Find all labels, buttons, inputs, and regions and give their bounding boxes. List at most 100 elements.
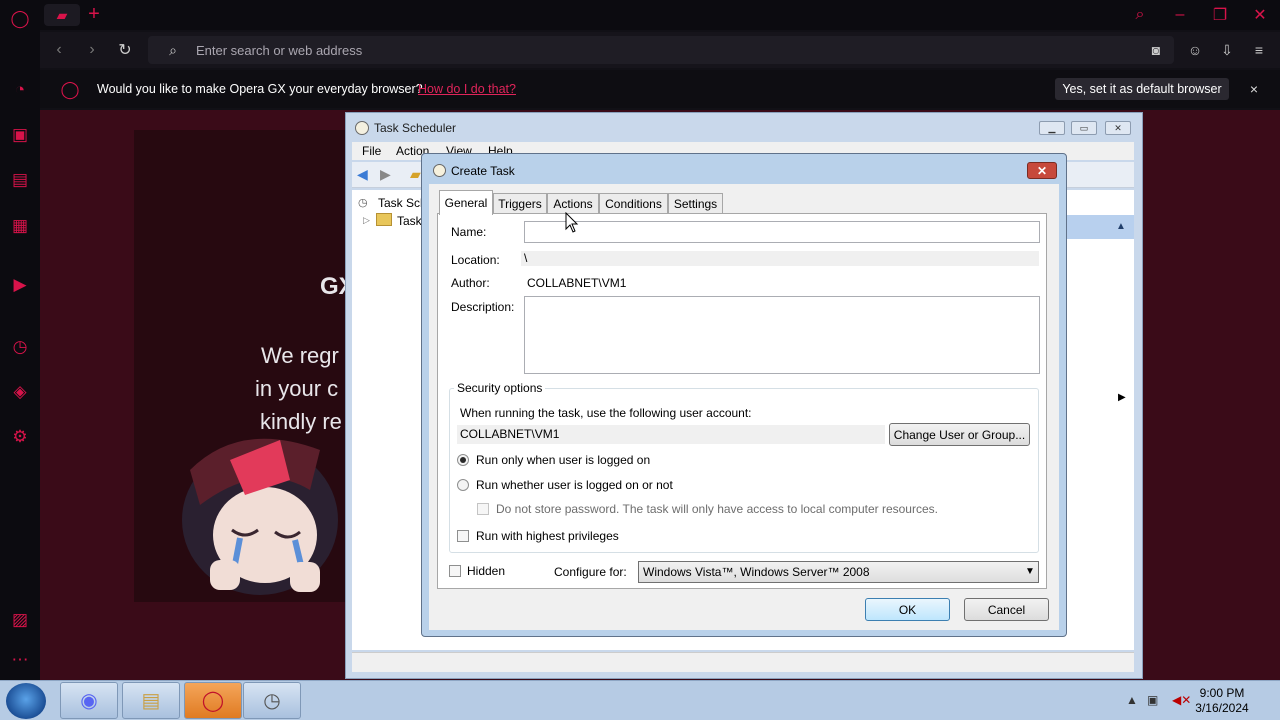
back-icon[interactable]: ‹ bbox=[49, 40, 69, 60]
set-default-browser-button[interactable]: Yes, set it as default browser bbox=[1055, 78, 1229, 100]
no-store-password-label: Do not store password. The task will onl… bbox=[496, 502, 938, 516]
ok-button[interactable]: OK bbox=[865, 598, 950, 621]
tree-chevron-icon[interactable]: ▷ bbox=[363, 215, 370, 226]
ts-close-icon[interactable]: ✕ bbox=[1105, 121, 1131, 135]
cube-icon[interactable]: ◈ bbox=[8, 380, 32, 404]
description-label: Description: bbox=[451, 300, 515, 314]
store-bag-icon[interactable]: ▣ bbox=[8, 123, 32, 147]
create-task-title: Create Task bbox=[451, 164, 515, 178]
page-text-line-2: in your c bbox=[255, 376, 339, 401]
ts-maximize-icon[interactable]: ▭ bbox=[1071, 121, 1097, 135]
tab-actions[interactable]: Actions bbox=[547, 193, 599, 214]
dropdown-chevron-icon[interactable]: ▼ bbox=[1025, 566, 1035, 577]
create-task-clock-icon bbox=[433, 164, 446, 177]
configure-for-label: Configure for: bbox=[554, 565, 627, 579]
system-clock[interactable]: 9:00 PM 3/16/2024 bbox=[1190, 686, 1254, 716]
snapshot-camera-icon[interactable]: ◙ bbox=[1145, 40, 1167, 60]
tree-item-root[interactable]: Task Sch bbox=[378, 196, 427, 210]
hidden-checkbox[interactable] bbox=[449, 565, 461, 577]
twitch-icon[interactable]: ▤ bbox=[8, 168, 32, 192]
ts-minimize-icon[interactable]: ▁ bbox=[1039, 121, 1065, 135]
highest-privileges-checkbox[interactable] bbox=[457, 530, 469, 542]
task-scheduler-taskbar-icon[interactable]: ◷ bbox=[243, 682, 301, 719]
restore-icon[interactable]: ❐ bbox=[1208, 4, 1232, 26]
author-value: COLLABNET\VM1 bbox=[527, 276, 627, 290]
opera-sidebar: ◯ ◔ ▣ ▤ ▦ ▶ ◷ ◈ ⚙ ▨ ⋯ bbox=[0, 0, 40, 680]
gallery-icon[interactable]: ▨ bbox=[8, 608, 32, 632]
infobar-close-icon[interactable]: × bbox=[1246, 80, 1262, 98]
search-icon: ⌕ bbox=[169, 41, 177, 58]
discord-app-icon[interactable]: ◉ bbox=[60, 682, 118, 719]
tab-settings[interactable]: Settings bbox=[668, 193, 723, 214]
infobar-message: Would you like to make Opera GX your eve… bbox=[97, 82, 423, 96]
start-button[interactable] bbox=[6, 683, 46, 719]
change-user-button[interactable]: Change User or Group... bbox=[889, 423, 1030, 446]
run-whether-radio[interactable] bbox=[457, 479, 469, 491]
author-label: Author: bbox=[451, 276, 490, 290]
mouse-cursor-icon bbox=[565, 212, 579, 233]
hidden-label[interactable]: Hidden bbox=[467, 564, 505, 578]
new-tab-plus-icon[interactable]: + bbox=[84, 3, 104, 25]
run-logged-on-radio[interactable] bbox=[457, 454, 469, 466]
infobar-help-link[interactable]: How do I do that? bbox=[418, 82, 516, 96]
opera-gx-taskbar-icon[interactable]: ◯ bbox=[184, 682, 242, 719]
file-explorer-icon[interactable]: ▤ bbox=[122, 682, 180, 719]
tab-conditions[interactable]: Conditions bbox=[599, 193, 668, 214]
dialog-close-button[interactable]: ✕ bbox=[1027, 162, 1057, 179]
network-icon[interactable]: ▣ bbox=[1147, 693, 1158, 707]
forward-icon[interactable]: › bbox=[82, 40, 102, 60]
minimize-icon[interactable]: – bbox=[1168, 4, 1192, 26]
settings-gear-icon[interactable]: ⚙ bbox=[8, 425, 32, 449]
user-account-value: COLLABNET\VM1 bbox=[457, 425, 885, 444]
history-clock-icon[interactable]: ◷ bbox=[8, 335, 32, 359]
no-store-password-checkbox[interactable] bbox=[477, 503, 489, 515]
downloads-icon[interactable]: ⇩ bbox=[1216, 40, 1238, 60]
name-label: Name: bbox=[451, 225, 487, 239]
highest-privileges-label[interactable]: Run with highest privileges bbox=[476, 529, 619, 543]
more-dots-icon[interactable]: ⋯ bbox=[8, 648, 32, 672]
tree-item-library[interactable]: Task bbox=[397, 214, 422, 228]
menu-file[interactable]: File bbox=[362, 144, 381, 158]
description-textarea[interactable] bbox=[524, 296, 1040, 374]
crying-mascot-illustration bbox=[182, 438, 338, 595]
account-prompt: When running the task, use the following… bbox=[460, 406, 752, 420]
gx-control-icon[interactable]: ◔ bbox=[8, 78, 32, 102]
location-value: \ bbox=[521, 251, 1039, 266]
task-scheduler-clock-icon bbox=[355, 121, 369, 135]
configure-for-select[interactable]: Windows Vista™, Windows Server™ 2008 bbox=[638, 561, 1039, 583]
tab-general[interactable]: General bbox=[439, 190, 493, 215]
ts-forward-arrow-icon[interactable]: ▶ bbox=[380, 166, 391, 183]
tree-expand-icon[interactable]: ◷ bbox=[358, 196, 368, 209]
name-input[interactable] bbox=[524, 221, 1040, 243]
search-tabs-icon[interactable]: ⌕ bbox=[1128, 4, 1152, 26]
browser-tab[interactable]: ▰ bbox=[44, 4, 80, 26]
tray-expand-icon[interactable]: ▲ bbox=[1126, 693, 1138, 707]
collapse-up-icon[interactable]: ▲ bbox=[1116, 221, 1126, 232]
cpu-icon[interactable]: ▦ bbox=[8, 214, 32, 238]
ts-back-arrow-icon[interactable]: ◀ bbox=[357, 166, 368, 183]
clock-time: 9:00 PM bbox=[1199, 686, 1245, 700]
tab-triggers[interactable]: Triggers bbox=[493, 193, 547, 214]
run-logged-on-label[interactable]: Run only when user is logged on bbox=[476, 453, 650, 467]
profile-icon[interactable]: ☺ bbox=[1184, 40, 1206, 60]
location-label: Location: bbox=[451, 253, 500, 267]
security-options-title: Security options bbox=[454, 381, 546, 395]
reload-icon[interactable]: ↻ bbox=[115, 40, 135, 60]
cancel-button[interactable]: Cancel bbox=[964, 598, 1049, 621]
player-icon[interactable]: ▶ bbox=[8, 273, 32, 297]
tab-strip bbox=[40, 0, 1280, 30]
page-text-line-1: We regr bbox=[261, 343, 339, 368]
folder-icon bbox=[376, 213, 392, 226]
task-scheduler-title: Task Scheduler bbox=[374, 121, 457, 135]
easy-setup-icon[interactable]: ≡ bbox=[1248, 40, 1270, 60]
close-icon[interactable]: ✕ bbox=[1248, 4, 1272, 26]
opera-logo-icon[interactable]: ◯ bbox=[8, 7, 32, 31]
run-whether-label[interactable]: Run whether user is logged on or not bbox=[476, 478, 673, 492]
opera-infobar-logo-icon: ◯ bbox=[60, 80, 80, 99]
submenu-arrow-icon[interactable]: ▶ bbox=[1118, 392, 1126, 403]
clock-date: 3/16/2024 bbox=[1195, 701, 1249, 715]
gamepad-icon: ▰ bbox=[56, 6, 68, 23]
address-input[interactable] bbox=[196, 41, 696, 59]
ts-folder-up-icon[interactable]: ▰ bbox=[410, 166, 421, 183]
volume-muted-icon[interactable]: ◀✕ bbox=[1172, 693, 1191, 707]
